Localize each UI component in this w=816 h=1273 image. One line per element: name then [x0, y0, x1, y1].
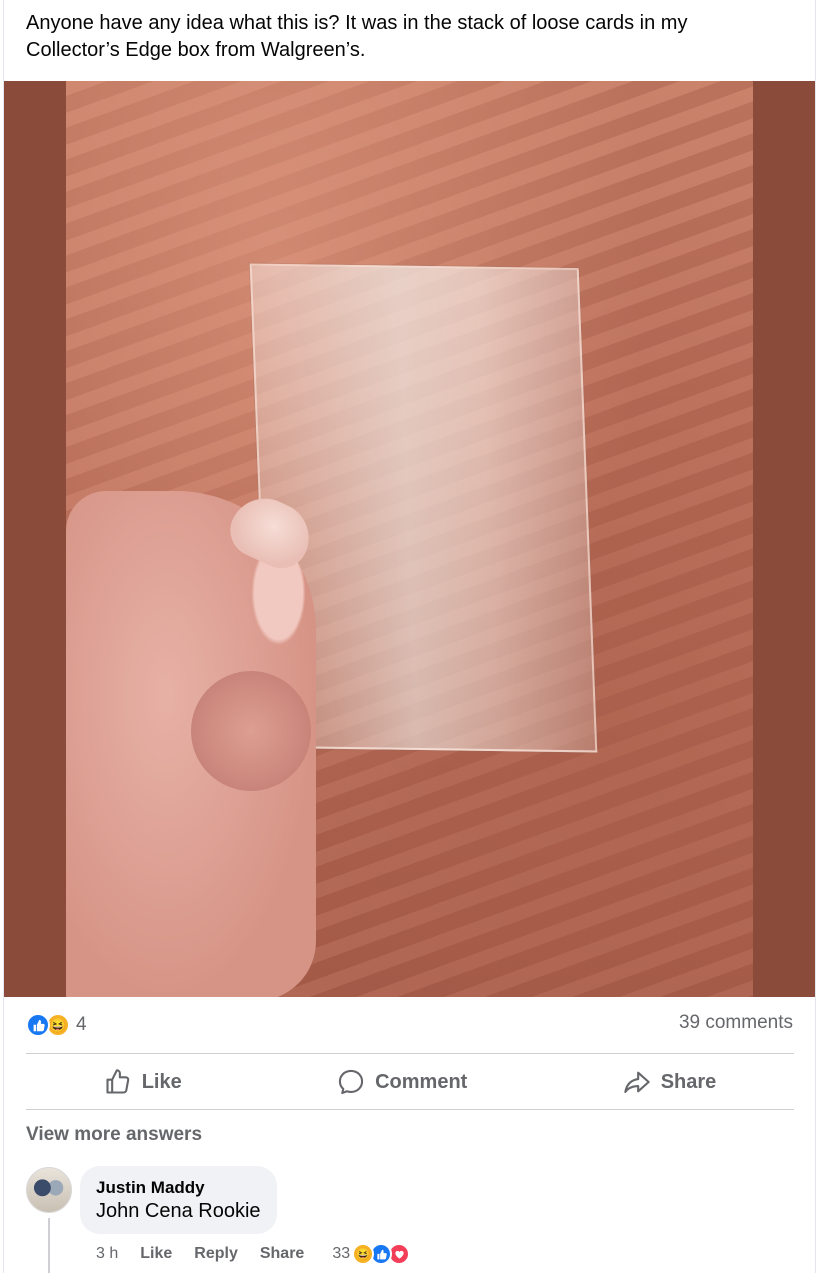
- comment-reaction-count[interactable]: 33: [332, 1245, 350, 1263]
- comment-time[interactable]: 3 h: [96, 1245, 118, 1263]
- view-more-answers-link[interactable]: View more answers: [26, 1124, 202, 1146]
- comments-count-link[interactable]: 39 comments: [679, 1012, 793, 1034]
- thread-line: [48, 1218, 50, 1273]
- share-label: Share: [660, 1070, 717, 1093]
- post-photo[interactable]: [66, 81, 753, 997]
- comment-reply-button[interactable]: Reply: [194, 1245, 238, 1263]
- post-action-bar: Like Comment Share: [26, 1056, 794, 1108]
- comment-label: Comment: [375, 1070, 468, 1093]
- thumbs-up-outline-icon: [106, 1069, 129, 1094]
- post-card: Anyone have any idea what this is? It wa…: [3, 0, 816, 1273]
- comment-bubble: Justin Maddy John Cena Rookie: [80, 1166, 277, 1234]
- share-button[interactable]: Share: [623, 1068, 717, 1096]
- reaction-summary[interactable]: 😆 4: [26, 1011, 87, 1039]
- comment-like-button[interactable]: Like: [140, 1245, 172, 1263]
- thumbs-up-icon: [26, 1013, 50, 1037]
- like-button[interactable]: Like: [104, 1068, 182, 1096]
- comment-text: John Cena Rookie: [96, 1200, 261, 1222]
- haha-icon: 😆: [352, 1243, 375, 1265]
- comment-bubble-icon: [338, 1069, 364, 1095]
- finger: [191, 671, 311, 791]
- comment-author[interactable]: Justin Maddy: [96, 1178, 261, 1198]
- share-arrow-icon: [623, 1071, 650, 1093]
- comment-button[interactable]: Comment: [337, 1068, 467, 1096]
- avatar[interactable]: [26, 1167, 72, 1213]
- like-label: Like: [141, 1070, 182, 1093]
- comment-share-button[interactable]: Share: [260, 1245, 304, 1263]
- comment-meta: 3 h Like Reply Share 33 😆: [96, 1241, 411, 1267]
- post-photo-frame[interactable]: [4, 81, 815, 997]
- divider: [26, 1109, 794, 1110]
- divider: [26, 1053, 794, 1054]
- post-caption: Anyone have any idea what this is? It wa…: [26, 12, 688, 61]
- reaction-count: 4: [76, 1014, 87, 1035]
